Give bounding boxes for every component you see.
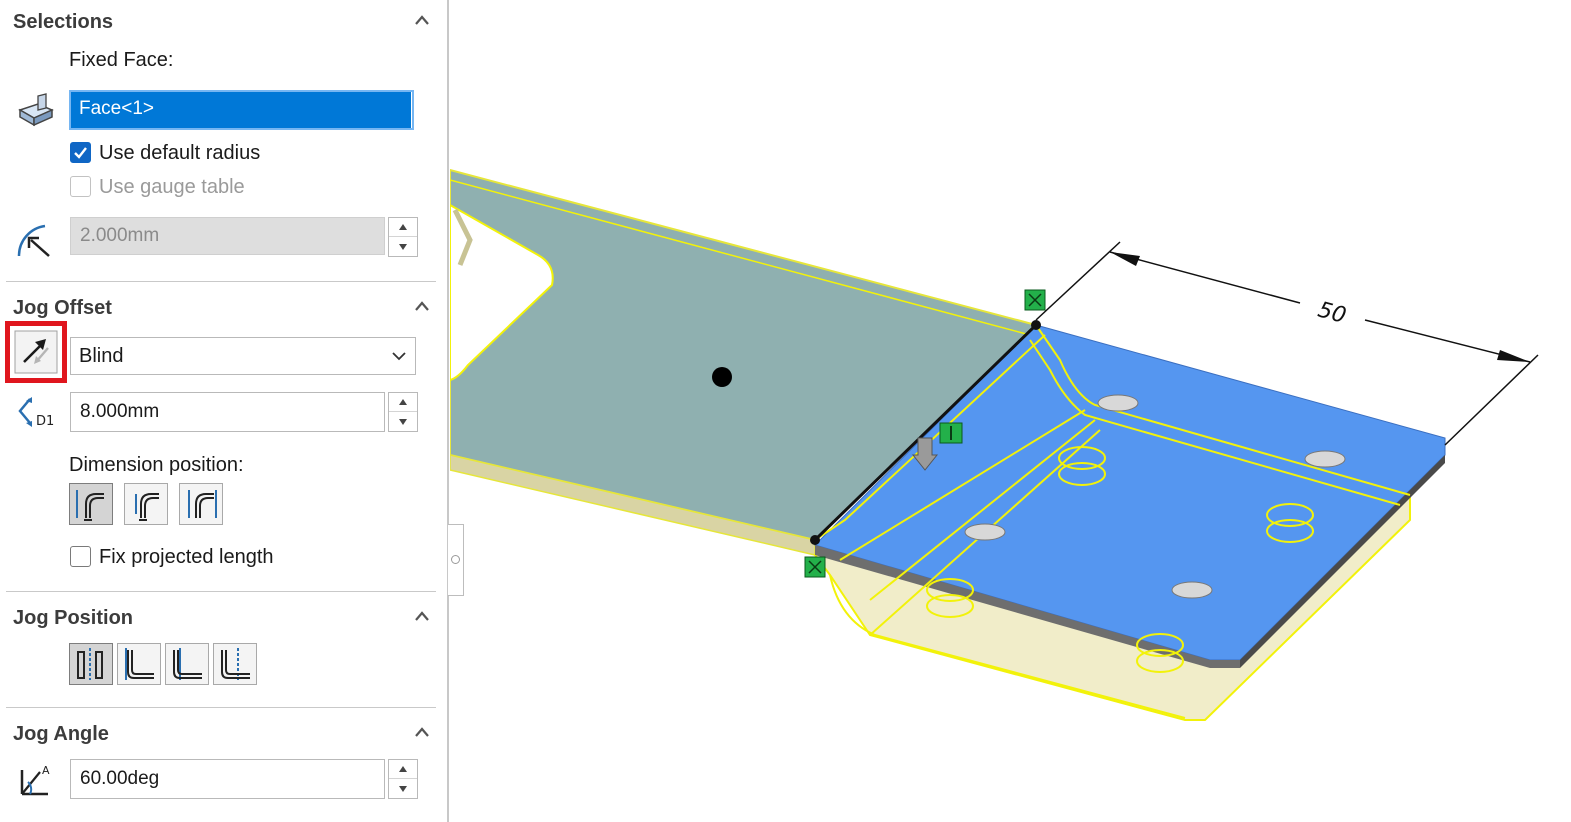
sketch-endpoint: [810, 535, 820, 545]
selection-point: [712, 367, 732, 387]
hole: [1171, 581, 1213, 599]
spin-down-button[interactable]: [389, 779, 417, 798]
collapse-jog-offset-icon[interactable]: [415, 300, 429, 314]
overall-dimensions-icon: [188, 490, 217, 518]
spin-down-icon: [399, 785, 407, 792]
jog-angle-value: 60.00deg: [80, 768, 160, 789]
section-title-jog-offset: Jog Offset: [13, 297, 112, 319]
section-title-jog-angle: Jog Angle: [13, 723, 109, 745]
spin-down-button[interactable]: [389, 412, 417, 431]
bend-outside-button[interactable]: [213, 643, 257, 685]
bend-centerline-icon: [77, 648, 103, 680]
extension-line: [1035, 241, 1121, 321]
bend-centerline-button[interactable]: [69, 643, 113, 685]
inside-offset-icon: [135, 493, 159, 521]
fixed-face-field[interactable]: Face<1>: [69, 90, 414, 130]
section-title-jog-position: Jog Position: [13, 607, 133, 629]
spin-down-icon: [399, 418, 407, 425]
check-icon: [74, 147, 87, 159]
material-inside-button[interactable]: [117, 643, 161, 685]
jog-angle-spinner[interactable]: [388, 759, 418, 799]
material-outside-button[interactable]: [165, 643, 209, 685]
sketch-endpoint: [1031, 320, 1041, 330]
hole: [964, 523, 1006, 541]
hole: [1304, 450, 1346, 468]
offset-distance-field[interactable]: 8.000mm: [70, 392, 385, 432]
dimension-position-label: Dimension position:: [69, 454, 244, 476]
jog-angle-field[interactable]: 60.00deg: [70, 759, 385, 799]
reverse-direction-button[interactable]: [5, 321, 67, 383]
outside-offset-button[interactable]: [69, 483, 113, 525]
use-gauge-table-checkbox[interactable]: [70, 176, 91, 197]
fixed-face-label: Fixed Face:: [69, 49, 174, 71]
spin-up-button[interactable]: [389, 760, 417, 779]
hole: [1097, 394, 1139, 412]
bend-radius-value: 2.000mm: [80, 225, 160, 246]
spin-up-button[interactable]: [389, 218, 417, 237]
section-title-selections: Selections: [13, 11, 114, 33]
fix-projected-length-label: Fix projected length: [99, 546, 274, 568]
fix-projected-length-checkbox[interactable]: [70, 546, 91, 567]
jog-angle-icon: A: [20, 764, 50, 796]
spin-up-icon: [399, 399, 407, 405]
offset-distance-value: 8.000mm: [80, 401, 160, 422]
svg-text:D1: D1: [36, 414, 54, 429]
reverse-direction-icon: [14, 330, 58, 374]
end-condition-value: Blind: [79, 344, 124, 367]
material-outside-icon: [173, 648, 202, 680]
spin-down-button[interactable]: [389, 237, 417, 256]
offset-distance-icon: D1: [18, 397, 54, 429]
use-default-radius-checkbox[interactable]: [70, 142, 91, 163]
collapse-selections-icon[interactable]: [415, 14, 429, 28]
bend-radius-spinner[interactable]: [388, 217, 418, 257]
end-condition-dropdown[interactable]: Blind: [70, 337, 416, 375]
material-inside-icon: [125, 648, 154, 680]
extension-line: [1444, 354, 1539, 446]
offset-distance-spinner[interactable]: [388, 392, 418, 432]
section-divider: [6, 591, 436, 592]
fixed-face-icon: [18, 93, 54, 127]
use-default-radius-label: Use default radius: [99, 142, 261, 164]
section-divider: [6, 281, 436, 282]
spin-up-icon: [399, 224, 407, 230]
collapse-jog-position-icon[interactable]: [415, 610, 429, 624]
dimension-value[interactable]: 50: [1315, 298, 1349, 329]
collapse-jog-angle-icon[interactable]: [415, 726, 429, 740]
inside-offset-button[interactable]: [124, 483, 168, 525]
fixed-face-value: Face<1>: [71, 92, 411, 128]
bend-radius-icon: [17, 224, 50, 257]
overall-dimensions-button[interactable]: [179, 483, 223, 525]
property-manager-panel: Selections Fixed Face: Face<1> Use defau…: [0, 0, 449, 822]
bend-radius-field[interactable]: 2.000mm: [70, 217, 385, 255]
section-divider: [6, 707, 436, 708]
bend-outside-icon: [221, 648, 250, 680]
spin-down-icon: [399, 243, 407, 250]
dimension-arrow-icon: [1497, 350, 1530, 362]
use-gauge-table-label: Use gauge table: [99, 176, 245, 198]
spin-up-icon: [399, 766, 407, 772]
svg-text:A: A: [42, 764, 50, 777]
graphics-viewport[interactable]: 50: [450, 0, 1571, 822]
dimension-arrow-icon: [1110, 252, 1140, 266]
spin-up-button[interactable]: [389, 393, 417, 412]
outside-offset-icon: [76, 490, 104, 521]
chevron-down-icon: [392, 352, 406, 361]
